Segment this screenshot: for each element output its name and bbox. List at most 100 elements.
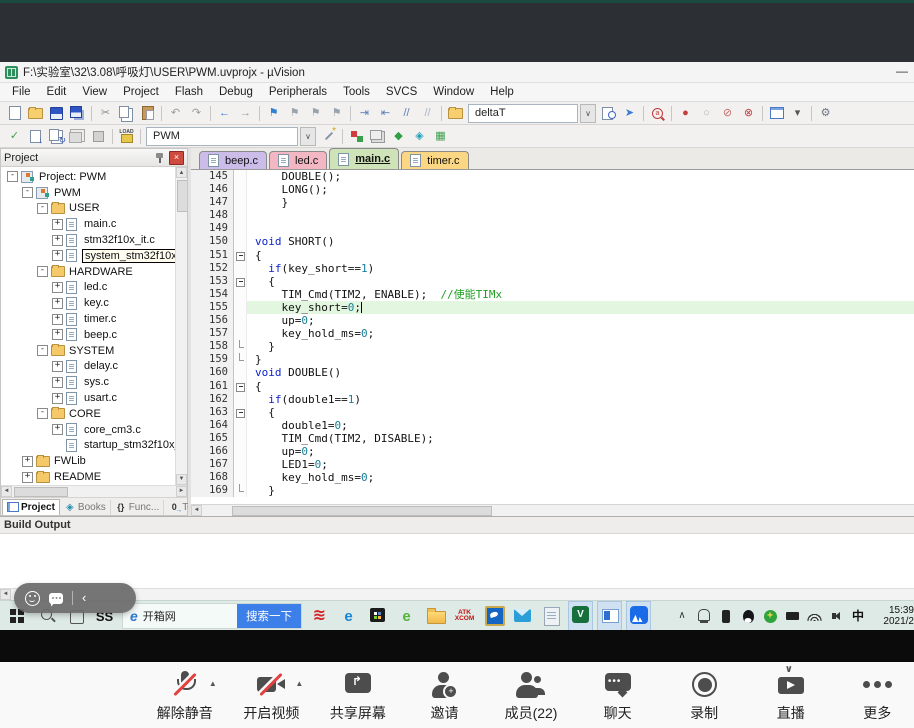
caret-up-icon[interactable]: ▲ — [295, 679, 303, 688]
notifications-bell-icon[interactable] — [695, 601, 714, 631]
menu-item[interactable]: Window — [425, 84, 482, 101]
chat-bubble-button[interactable] — [49, 593, 63, 604]
disable-all-breakpoints-button[interactable]: ⊘ — [718, 105, 737, 122]
unmute-button[interactable]: ▲ 解除静音 — [148, 670, 222, 723]
save-button[interactable] — [47, 105, 66, 122]
camera-tray-icon[interactable] — [783, 601, 802, 631]
expand-toggle-icon[interactable]: - — [37, 345, 48, 356]
chat-button[interactable]: ••• 聊天 — [581, 670, 655, 723]
fold-marker[interactable] — [234, 235, 247, 248]
menu-item[interactable]: View — [74, 84, 115, 101]
navigate-back-button[interactable]: ← — [215, 105, 234, 122]
notepad-app-button[interactable] — [539, 601, 564, 631]
taskbar-search-widget[interactable]: e 开箱网 搜索一下 — [122, 603, 302, 629]
fold-marker[interactable] — [234, 432, 247, 445]
menu-item[interactable]: Tools — [335, 84, 378, 101]
atk-xcom-button[interactable]: ATK XCOM — [452, 601, 477, 631]
fold-marker[interactable] — [234, 327, 247, 340]
unindent-button[interactable]: ⇤ — [376, 105, 395, 122]
translate-file-button[interactable]: ✓ — [5, 128, 24, 145]
scroll-up-icon[interactable]: ▲ — [176, 167, 187, 178]
tree-item[interactable]: - SYSTEM — [1, 343, 187, 359]
expand-toggle-icon[interactable]: + — [52, 424, 63, 435]
code-line[interactable]: 146 LONG(); — [191, 183, 914, 196]
tree-item[interactable]: + FWLib — [1, 453, 187, 469]
fold-marker[interactable] — [234, 406, 247, 419]
expand-toggle-icon[interactable]: - — [7, 171, 18, 182]
expand-toggle-icon[interactable]: + — [22, 456, 33, 467]
keil-uvision-button[interactable] — [568, 601, 593, 631]
tree-item[interactable]: startup_stm32f10x_hd. — [1, 438, 187, 454]
save-all-button[interactable] — [68, 105, 87, 122]
tree-vertical-scrollbar[interactable]: ▲ ▼ — [175, 167, 187, 485]
code-line[interactable]: 159 } — [191, 353, 914, 366]
scroll-thumb[interactable] — [14, 487, 68, 497]
reactions-emoji-button[interactable] — [25, 591, 40, 606]
pin-icon[interactable] — [154, 152, 166, 164]
fold-marker[interactable] — [234, 170, 247, 183]
meeting-app-button[interactable] — [626, 601, 651, 631]
caret-up-icon[interactable]: ▲ — [209, 679, 217, 688]
fold-marker[interactable] — [234, 262, 247, 275]
menu-item[interactable]: Debug — [211, 84, 261, 101]
indent-button[interactable]: ⇥ — [355, 105, 374, 122]
templates-window-button[interactable]: ▦ — [431, 128, 450, 145]
tree-item[interactable]: - PWM — [1, 185, 187, 201]
expand-toggle-icon[interactable]: - — [37, 203, 48, 214]
tree-item[interactable]: + core_cm3.c — [1, 422, 187, 438]
scroll-right-icon[interactable]: ► — [176, 486, 187, 497]
bird-app-button[interactable] — [481, 601, 506, 631]
code-line[interactable]: 162 if(double1==1) — [191, 393, 914, 406]
previous-bookmark-button[interactable]: ⚑ — [285, 105, 304, 122]
expand-toggle-icon[interactable]: + — [52, 298, 63, 309]
fold-marker[interactable] — [234, 196, 247, 209]
redo-button[interactable]: ↷ — [187, 105, 206, 122]
next-bookmark-button[interactable]: ⚑ — [306, 105, 325, 122]
code-line[interactable]: 168 key_hold_ms=0; — [191, 471, 914, 484]
expand-toggle-icon[interactable]: + — [52, 377, 63, 388]
target-combobox[interactable]: PWM — [146, 127, 298, 146]
tree-item[interactable]: + key.c — [1, 295, 187, 311]
record-button[interactable]: 录制 — [667, 670, 741, 723]
mail-button[interactable] — [510, 601, 535, 631]
menu-item[interactable]: Help — [482, 84, 522, 101]
code-line[interactable]: 154 TIM_Cmd(TIM2, ENABLE); //使能TIMx — [191, 288, 914, 301]
tree-horizontal-scrollbar[interactable]: ◄ ► — [1, 485, 187, 497]
memory-window-button[interactable] — [767, 105, 786, 122]
menu-item[interactable]: SVCS — [378, 84, 425, 101]
menu-item[interactable]: Flash — [167, 84, 211, 101]
tree-item[interactable]: - USER — [1, 201, 187, 217]
code-line[interactable]: 155 key_short=0; — [191, 301, 914, 314]
fold-marker[interactable] — [234, 314, 247, 327]
code-line[interactable]: 153 { — [191, 275, 914, 288]
fold-marker[interactable] — [234, 340, 247, 353]
code-line[interactable]: 160 void DOUBLE() — [191, 366, 914, 379]
tab-led-c[interactable]: led.c — [269, 151, 327, 169]
expand-toggle-icon[interactable]: + — [52, 314, 63, 325]
taskbar-clock[interactable]: 15:39 2021/2 — [872, 605, 914, 628]
insert-bookmark-button[interactable]: ⚑ — [264, 105, 283, 122]
functions-window-button[interactable]: ◈ — [410, 128, 429, 145]
fold-marker[interactable] — [234, 484, 247, 497]
tab-project[interactable]: Project — [2, 499, 60, 515]
open-file-button[interactable] — [26, 105, 45, 122]
kill-all-breakpoints-button[interactable]: ⊗ — [739, 105, 758, 122]
red-waves-app-button[interactable]: ≋ — [307, 601, 332, 631]
scroll-down-icon[interactable]: ▼ — [176, 474, 187, 485]
tab-main-c[interactable]: main.c — [329, 148, 399, 169]
fold-marker[interactable] — [234, 471, 247, 484]
menu-item[interactable]: Edit — [39, 84, 75, 101]
collapse-chevron-button[interactable]: ‹ — [82, 591, 86, 604]
meeting-floating-bar[interactable]: ‹ — [14, 583, 136, 613]
find-all-references-button[interactable] — [648, 105, 667, 122]
tray-expand-button[interactable]: ∧ — [673, 601, 692, 631]
scroll-thumb[interactable] — [177, 180, 187, 212]
navigate-forward-button[interactable]: → — [236, 105, 255, 122]
title-bar[interactable]: F:\实验室\32\3.08\呼吸灯\USER\PWM.uvprojx - µV… — [0, 62, 914, 83]
fold-marker[interactable] — [234, 353, 247, 366]
members-button[interactable]: 成员(22) — [494, 670, 568, 723]
code-line[interactable]: 161 { — [191, 380, 914, 393]
microsoft-store-button[interactable] — [365, 601, 390, 631]
fold-marker[interactable] — [234, 209, 247, 222]
code-line[interactable]: 152 if(key_short==1) — [191, 262, 914, 275]
